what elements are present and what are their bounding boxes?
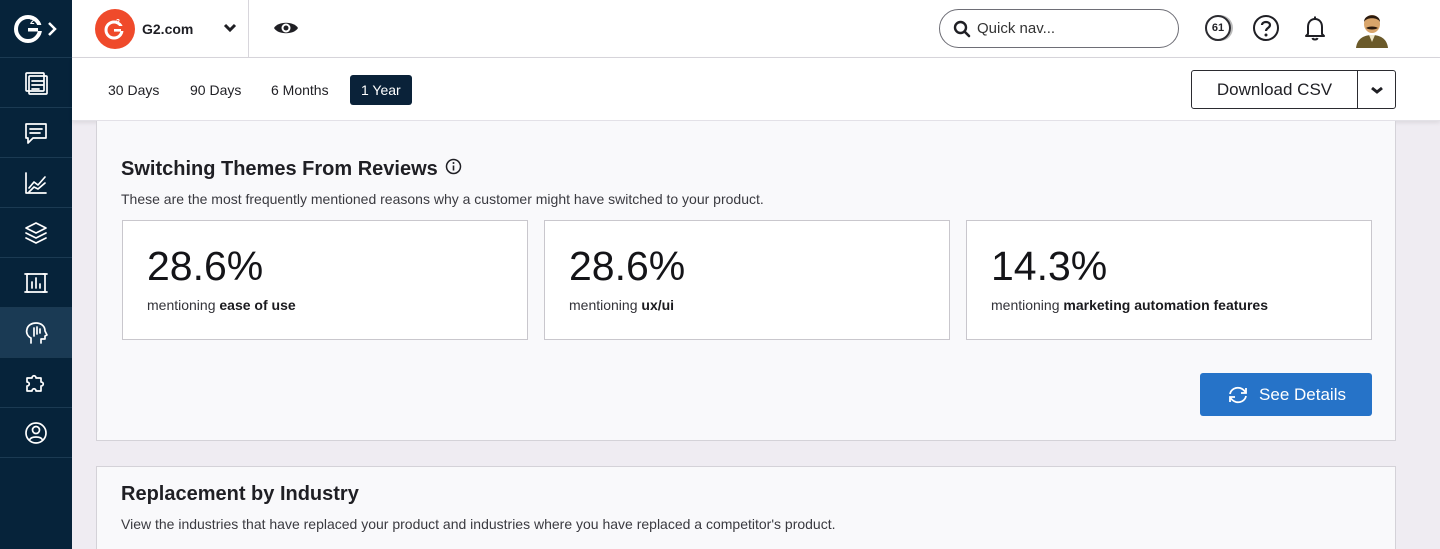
stat-theme: ux/ui (641, 297, 675, 313)
download-options-button[interactable] (1358, 71, 1395, 108)
stat-card-ux-ui: 28.6% mentioning ux/ui (544, 220, 950, 340)
range-30-days-button[interactable]: 30 Days (97, 75, 170, 105)
range-90-days-button[interactable]: 90 Days (179, 75, 252, 105)
svg-text:2: 2 (116, 19, 120, 26)
sidebar-item-integrations[interactable] (0, 358, 72, 408)
search-icon (953, 20, 971, 37)
stat-value: 28.6% (569, 243, 686, 289)
count-badge: 61 (1205, 15, 1231, 41)
dashboard-icon (25, 71, 48, 95)
quick-nav-search[interactable] (939, 9, 1179, 48)
stat-label: mentioning marketing automation features (991, 297, 1268, 313)
range-1-year-button[interactable]: 1 Year (350, 75, 412, 105)
layers-icon (25, 221, 47, 244)
eye-icon[interactable] (272, 16, 300, 40)
see-details-label: See Details (1259, 384, 1346, 404)
avatar[interactable] (1352, 8, 1392, 48)
stat-theme: marketing automation features (1063, 297, 1268, 313)
sidebar: 2 (0, 0, 72, 549)
replacement-title: Replacement by Industry (121, 483, 359, 505)
stat-card-marketing-automation: 14.3% mentioning marketing automation fe… (966, 220, 1372, 340)
replacement-description: View the industries that have replaced y… (121, 516, 836, 532)
stat-label: mentioning ux/ui (569, 297, 675, 313)
chevron-down-icon (1370, 86, 1383, 94)
download-csv-split-button: Download CSV (1191, 70, 1396, 109)
info-icon[interactable] (445, 158, 462, 181)
sidebar-item-analytics[interactable] (0, 158, 72, 208)
see-details-button[interactable]: See Details (1200, 373, 1372, 416)
search-input[interactable] (977, 20, 1167, 37)
help-icon[interactable] (1252, 14, 1280, 42)
notification-count-badge[interactable]: 61 (1204, 14, 1232, 42)
line-chart-icon (25, 171, 47, 194)
brand-logo: 2 (95, 8, 135, 49)
chevron-down-icon (223, 20, 237, 38)
sidebar-item-reports[interactable] (0, 258, 72, 308)
brand-name: G2.com (142, 20, 194, 37)
switching-themes-card: Switching Themes From Reviews These are … (96, 121, 1396, 441)
sidebar-item-dashboard[interactable] (0, 58, 72, 108)
stat-value: 14.3% (991, 243, 1108, 289)
switching-themes-title: Switching Themes From Reviews (121, 158, 438, 180)
range-6-months-button[interactable]: 6 Months (260, 75, 340, 105)
g2-logo-icon[interactable]: 2 (0, 0, 72, 58)
download-csv-button[interactable]: Download CSV (1192, 71, 1358, 108)
bell-icon[interactable] (1301, 14, 1329, 42)
refresh-icon (1229, 386, 1247, 403)
user-circle-icon (25, 421, 47, 444)
brand-selector[interactable]: 2 G2.com (72, 0, 249, 57)
head-insights-icon (25, 321, 48, 344)
stat-label: mentioning ease of use (147, 297, 296, 313)
sidebar-item-layers[interactable] (0, 208, 72, 258)
top-header: 2 G2.com 61 (72, 0, 1440, 58)
section-title: Switching Themes From Reviews (121, 158, 462, 181)
sidebar-item-reviews[interactable] (0, 108, 72, 158)
chat-icon (25, 122, 47, 144)
stat-card-ease-of-use: 28.6% mentioning ease of use (122, 220, 528, 340)
bar-chart-frame-icon (24, 272, 48, 293)
section-description: These are the most frequently mentioned … (121, 191, 764, 207)
puzzle-icon (26, 374, 45, 392)
date-range-bar: 30 Days 90 Days 6 Months 1 Year Download… (72, 58, 1440, 121)
svg-text:2: 2 (30, 17, 35, 26)
stat-value: 28.6% (147, 243, 264, 289)
replacement-by-industry-card: Replacement by Industry View the industr… (96, 466, 1396, 549)
sidebar-item-insights[interactable] (0, 308, 72, 358)
sidebar-item-account[interactable] (0, 408, 72, 458)
stat-theme: ease of use (219, 297, 296, 313)
